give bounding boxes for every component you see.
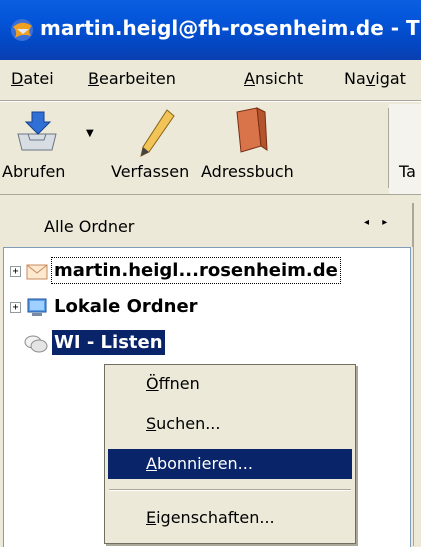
menu-item-search[interactable]: Suchen... bbox=[108, 409, 352, 439]
context-menu: Öffnen Suchen... Abonnieren... Eigenscha… bbox=[104, 364, 356, 544]
newsgroup-label: WI - Listen bbox=[52, 330, 165, 355]
expand-account-icon[interactable]: + bbox=[10, 266, 21, 277]
menu-item-search-text: uchen... bbox=[156, 414, 221, 433]
window-title: martin.heigl@fh-rosenheim.de - T bbox=[40, 16, 420, 40]
menu-item-properties[interactable]: Eigenschaften... bbox=[108, 503, 352, 533]
context-menu-separator bbox=[109, 489, 351, 491]
menu-navigation-mnemonic: v bbox=[365, 69, 376, 88]
compose-button[interactable]: Verfassen bbox=[103, 102, 195, 194]
folder-pane-header[interactable]: Alle Ordner ◂ ▸ bbox=[0, 203, 413, 247]
addressbook-label: Adressbuch bbox=[201, 162, 294, 181]
compose-label: Verfassen bbox=[111, 162, 190, 181]
menu-item-open-mnemonic: Ö bbox=[146, 374, 159, 393]
expand-local-folders-icon[interactable]: + bbox=[10, 302, 21, 313]
window-titlebar[interactable]: martin.heigl@fh-rosenheim.de - T bbox=[0, 0, 421, 60]
menu-item-properties-label: Eigenschaften... bbox=[146, 508, 275, 527]
menu-item-open[interactable]: Öffnen bbox=[108, 369, 352, 399]
account-label: martin.heigl...rosenheim.de bbox=[51, 257, 341, 284]
fetch-dropdown-icon[interactable]: ▼ bbox=[86, 128, 94, 139]
menu-navigation[interactable]: Navigat bbox=[344, 69, 406, 88]
menu-navigation-label-end: igat bbox=[375, 69, 406, 88]
newsgroup-icon bbox=[24, 335, 48, 353]
menu-ansicht-mnemonic: A bbox=[244, 69, 255, 88]
menu-bar: Datei Bearbeiten Ansicht Navigat bbox=[0, 60, 421, 100]
mail-account-icon bbox=[26, 264, 48, 280]
menu-item-properties-mnemonic: E bbox=[146, 508, 157, 527]
menu-item-search-mnemonic: S bbox=[146, 414, 157, 433]
menu-item-subscribe-label: Abonnieren... bbox=[146, 454, 253, 473]
thunderbird-icon bbox=[11, 19, 33, 41]
menu-item-search-label: Suchen... bbox=[146, 414, 220, 433]
toolbar-overflow-label: Ta bbox=[399, 162, 416, 181]
toolbar-spacer bbox=[0, 195, 421, 203]
address-book-icon bbox=[236, 107, 268, 153]
menu-navigation-label-start: Na bbox=[344, 69, 366, 88]
menu-datei-mnemonic: D bbox=[11, 69, 24, 88]
menu-ansicht-label: nsicht bbox=[254, 69, 304, 88]
folder-view-switch-arrows[interactable]: ◂ ▸ bbox=[364, 217, 392, 228]
addressbook-button[interactable]: Adressbuch bbox=[199, 102, 309, 194]
fetch-mail-icon bbox=[17, 111, 57, 151]
menu-bearbeiten-label: earbeiten bbox=[98, 69, 176, 88]
fetch-label: Abrufen bbox=[2, 162, 66, 181]
pencil-icon bbox=[140, 109, 175, 157]
menu-item-subscribe-mnemonic: A bbox=[146, 454, 157, 473]
menu-datei[interactable]: Datei bbox=[11, 69, 54, 88]
tree-item-local-folders[interactable]: + Lokale Ordner bbox=[4, 294, 410, 324]
menu-bearbeiten-mnemonic: B bbox=[88, 69, 99, 88]
tree-item-account[interactable]: + martin.heigl...rosenheim.de bbox=[4, 257, 410, 288]
fetch-button[interactable]: ▼ Abrufen bbox=[0, 102, 100, 194]
menu-item-open-text: ffnen bbox=[158, 374, 200, 393]
splitter[interactable] bbox=[413, 203, 421, 546]
menu-datei-label: atei bbox=[23, 69, 54, 88]
menu-item-subscribe-text: bonnieren... bbox=[156, 454, 253, 473]
tree-item-newsgroup[interactable]: WI - Listen bbox=[4, 330, 410, 360]
menu-bearbeiten[interactable]: Bearbeiten bbox=[88, 69, 176, 88]
menu-item-open-label: Öffnen bbox=[146, 374, 200, 393]
local-folders-label: Lokale Ordner bbox=[54, 296, 198, 317]
menu-ansicht[interactable]: Ansicht bbox=[244, 69, 303, 88]
folder-view-title: Alle Ordner bbox=[44, 217, 135, 236]
menu-item-properties-text: igenschaften... bbox=[156, 508, 275, 527]
computer-icon bbox=[27, 298, 47, 316]
menu-item-subscribe[interactable]: Abonnieren... bbox=[108, 449, 352, 479]
main-toolbar: ▼ Abrufen Verfassen Adressbuch Ta bbox=[0, 102, 421, 194]
